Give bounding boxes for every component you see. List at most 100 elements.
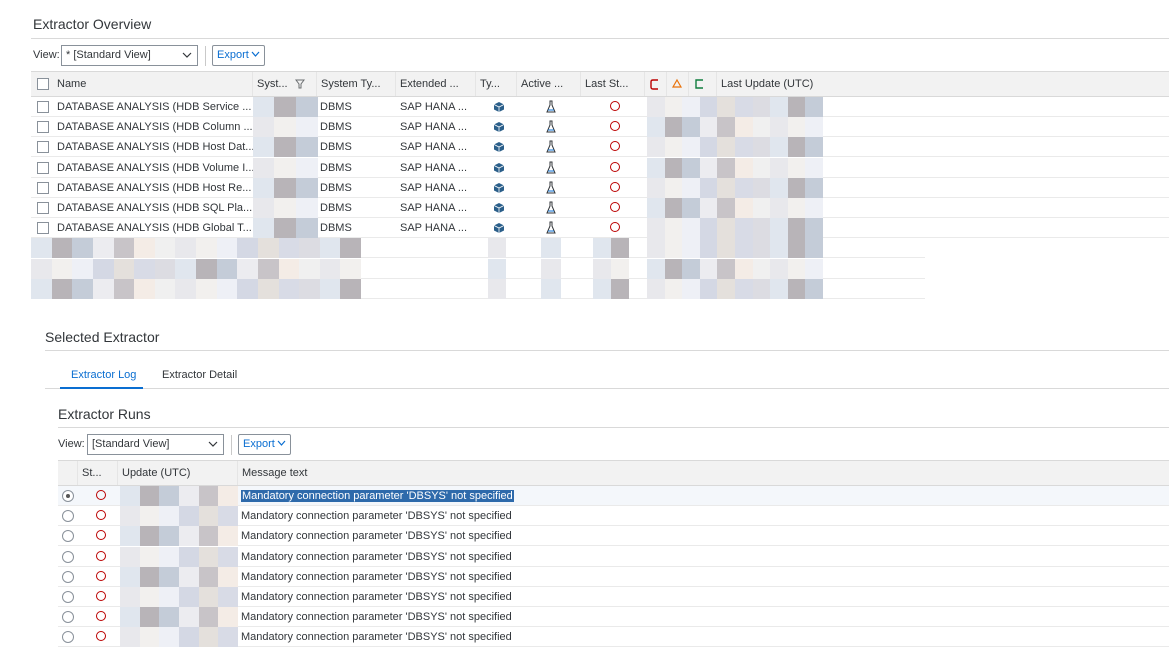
redacted-block	[139, 587, 160, 607]
table-row[interactable]: Mandatory connection parameter 'DBSYS' n…	[58, 546, 1169, 567]
redacted-block	[717, 177, 736, 198]
redacted-block	[682, 137, 701, 158]
redacted-block	[120, 627, 140, 648]
row-checkbox[interactable]	[37, 101, 49, 113]
row-radio[interactable]	[62, 550, 74, 563]
table-row[interactable]: DATABASE ANALYSIS (HDB Host Re... DBMS SAP…	[31, 177, 1169, 198]
col-status[interactable]: St...	[78, 461, 118, 485]
select-all-checkbox[interactable]	[37, 78, 49, 90]
table-row[interactable]: DATABASE ANALYSIS (HDB Host Dat... DBMS SA…	[31, 137, 1169, 158]
table-row[interactable]	[31, 258, 925, 279]
table-row[interactable]: DATABASE ANALYSIS (HDB Service ... DBMS SA…	[31, 97, 1169, 117]
table-row[interactable]: Mandatory connection parameter 'DBSYS' n…	[58, 526, 1169, 547]
row-message-text: Mandatory connection parameter 'DBSYS' n…	[241, 631, 512, 644]
runs-view-select[interactable]: [Standard View]	[87, 434, 224, 455]
row-checkbox[interactable]	[37, 141, 49, 154]
tab-extractor-log[interactable]: Extractor Log	[71, 369, 136, 381]
redacted-block	[717, 238, 736, 259]
table-row[interactable]: DATABASE ANALYSIS (HDB Global T... DBMS SA…	[31, 218, 1169, 239]
redacted-block	[31, 278, 52, 299]
error-circle-icon	[606, 222, 620, 234]
row-checkbox[interactable]	[37, 121, 49, 134]
redacted-block	[805, 97, 824, 117]
redacted-block	[682, 218, 701, 239]
row-radio[interactable]	[62, 510, 74, 523]
overview-export-button[interactable]: Export	[212, 45, 265, 66]
redacted-block	[541, 238, 561, 259]
redacted-block	[113, 258, 135, 279]
redacted-block	[735, 278, 753, 299]
row-radio[interactable]	[62, 631, 74, 644]
table-row[interactable]	[31, 238, 925, 259]
table-row[interactable]: Mandatory connection parameter 'DBSYS' n…	[58, 587, 1169, 607]
row-checkbox[interactable]	[37, 222, 49, 235]
toolbar-separator	[205, 46, 206, 66]
row-checkbox[interactable]	[37, 161, 49, 174]
col-last-update[interactable]: Last Update (UTC)	[717, 72, 827, 96]
redacted-block	[682, 117, 701, 138]
flask-icon	[541, 100, 557, 114]
runs-export-button[interactable]: Export	[238, 434, 291, 455]
row-radio[interactable]	[62, 611, 74, 624]
col-error-count[interactable]	[645, 72, 667, 96]
col-warning-count[interactable]	[667, 72, 689, 96]
row-checkbox[interactable]	[37, 181, 49, 194]
redacted-block	[179, 607, 199, 628]
row-radio[interactable]	[62, 530, 74, 543]
tab-extractor-detail[interactable]: Extractor Detail	[162, 369, 237, 381]
table-row[interactable]: DATABASE ANALYSIS (HDB Volume I... DBMS SA…	[31, 157, 1169, 178]
col-system-type[interactable]: System Ty...	[317, 72, 396, 96]
redacted-block	[253, 157, 275, 178]
table-row[interactable]	[31, 278, 925, 299]
col-message[interactable]: Message text	[238, 461, 538, 485]
col-active[interactable]: Active ...	[517, 72, 581, 96]
col-update[interactable]: Update (UTC)	[118, 461, 238, 485]
redacted-block	[139, 486, 160, 506]
redacted-block	[299, 258, 321, 279]
redacted-block	[295, 97, 318, 117]
redacted-block	[735, 157, 753, 178]
redacted-block	[175, 258, 197, 279]
row-message: Mandatory connection parameter 'DBSYS' n…	[238, 627, 638, 647]
table-row[interactable]: Mandatory connection parameter 'DBSYS' n…	[58, 486, 1169, 506]
row-radio[interactable]	[62, 591, 74, 603]
row-message-text: Mandatory connection parameter 'DBSYS' n…	[241, 490, 514, 502]
redacted-block	[717, 157, 736, 178]
redacted-block	[51, 258, 73, 279]
overview-view-select[interactable]: * [Standard View]	[61, 45, 198, 66]
redacted-block	[179, 546, 199, 567]
table-row[interactable]: Mandatory connection parameter 'DBSYS' n…	[58, 506, 1169, 527]
row-checkbox[interactable]	[37, 202, 49, 214]
redacted-block	[218, 486, 239, 506]
redacted-block	[717, 97, 736, 117]
redacted-block	[198, 486, 219, 506]
row-radio[interactable]	[62, 570, 74, 583]
col-system[interactable]: Syst...	[253, 72, 317, 96]
table-row[interactable]: Mandatory connection parameter 'DBSYS' n…	[58, 566, 1169, 587]
redacted-block	[682, 157, 701, 178]
col-name[interactable]: Name	[53, 72, 253, 96]
redacted-block	[299, 238, 321, 259]
redacted-block	[218, 627, 239, 648]
table-row[interactable]: DATABASE ANALYSIS (HDB SQL Pla... DBMS SAP…	[31, 198, 1169, 218]
row-name: DATABASE ANALYSIS (HDB Host Dat...	[57, 141, 253, 154]
table-row[interactable]: Mandatory connection parameter 'DBSYS' n…	[58, 607, 1169, 628]
table-row[interactable]: Mandatory connection parameter 'DBSYS' n…	[58, 627, 1169, 648]
col-extended[interactable]: Extended ...	[396, 72, 476, 96]
col-last-status[interactable]: Last St...	[581, 72, 645, 96]
row-message: Mandatory connection parameter 'DBSYS' n…	[238, 547, 638, 567]
table-row[interactable]: DATABASE ANALYSIS (HDB Column ... DBMS SAP…	[31, 117, 1169, 138]
redacted-block	[770, 177, 789, 198]
redacted-block	[752, 177, 771, 198]
redacted-block	[805, 137, 824, 158]
error-circle-icon	[606, 202, 620, 214]
row-radio[interactable]	[62, 490, 74, 502]
redacted-block	[699, 157, 718, 178]
redacted-block	[699, 218, 718, 239]
row-message: Mandatory connection parameter 'DBSYS' n…	[238, 486, 638, 506]
row-message: Mandatory connection parameter 'DBSYS' n…	[238, 567, 638, 587]
redacted-block	[278, 258, 300, 279]
col-type[interactable]: Ty...	[476, 72, 517, 96]
error-circle-icon	[606, 181, 620, 194]
col-success-count[interactable]	[689, 72, 717, 96]
